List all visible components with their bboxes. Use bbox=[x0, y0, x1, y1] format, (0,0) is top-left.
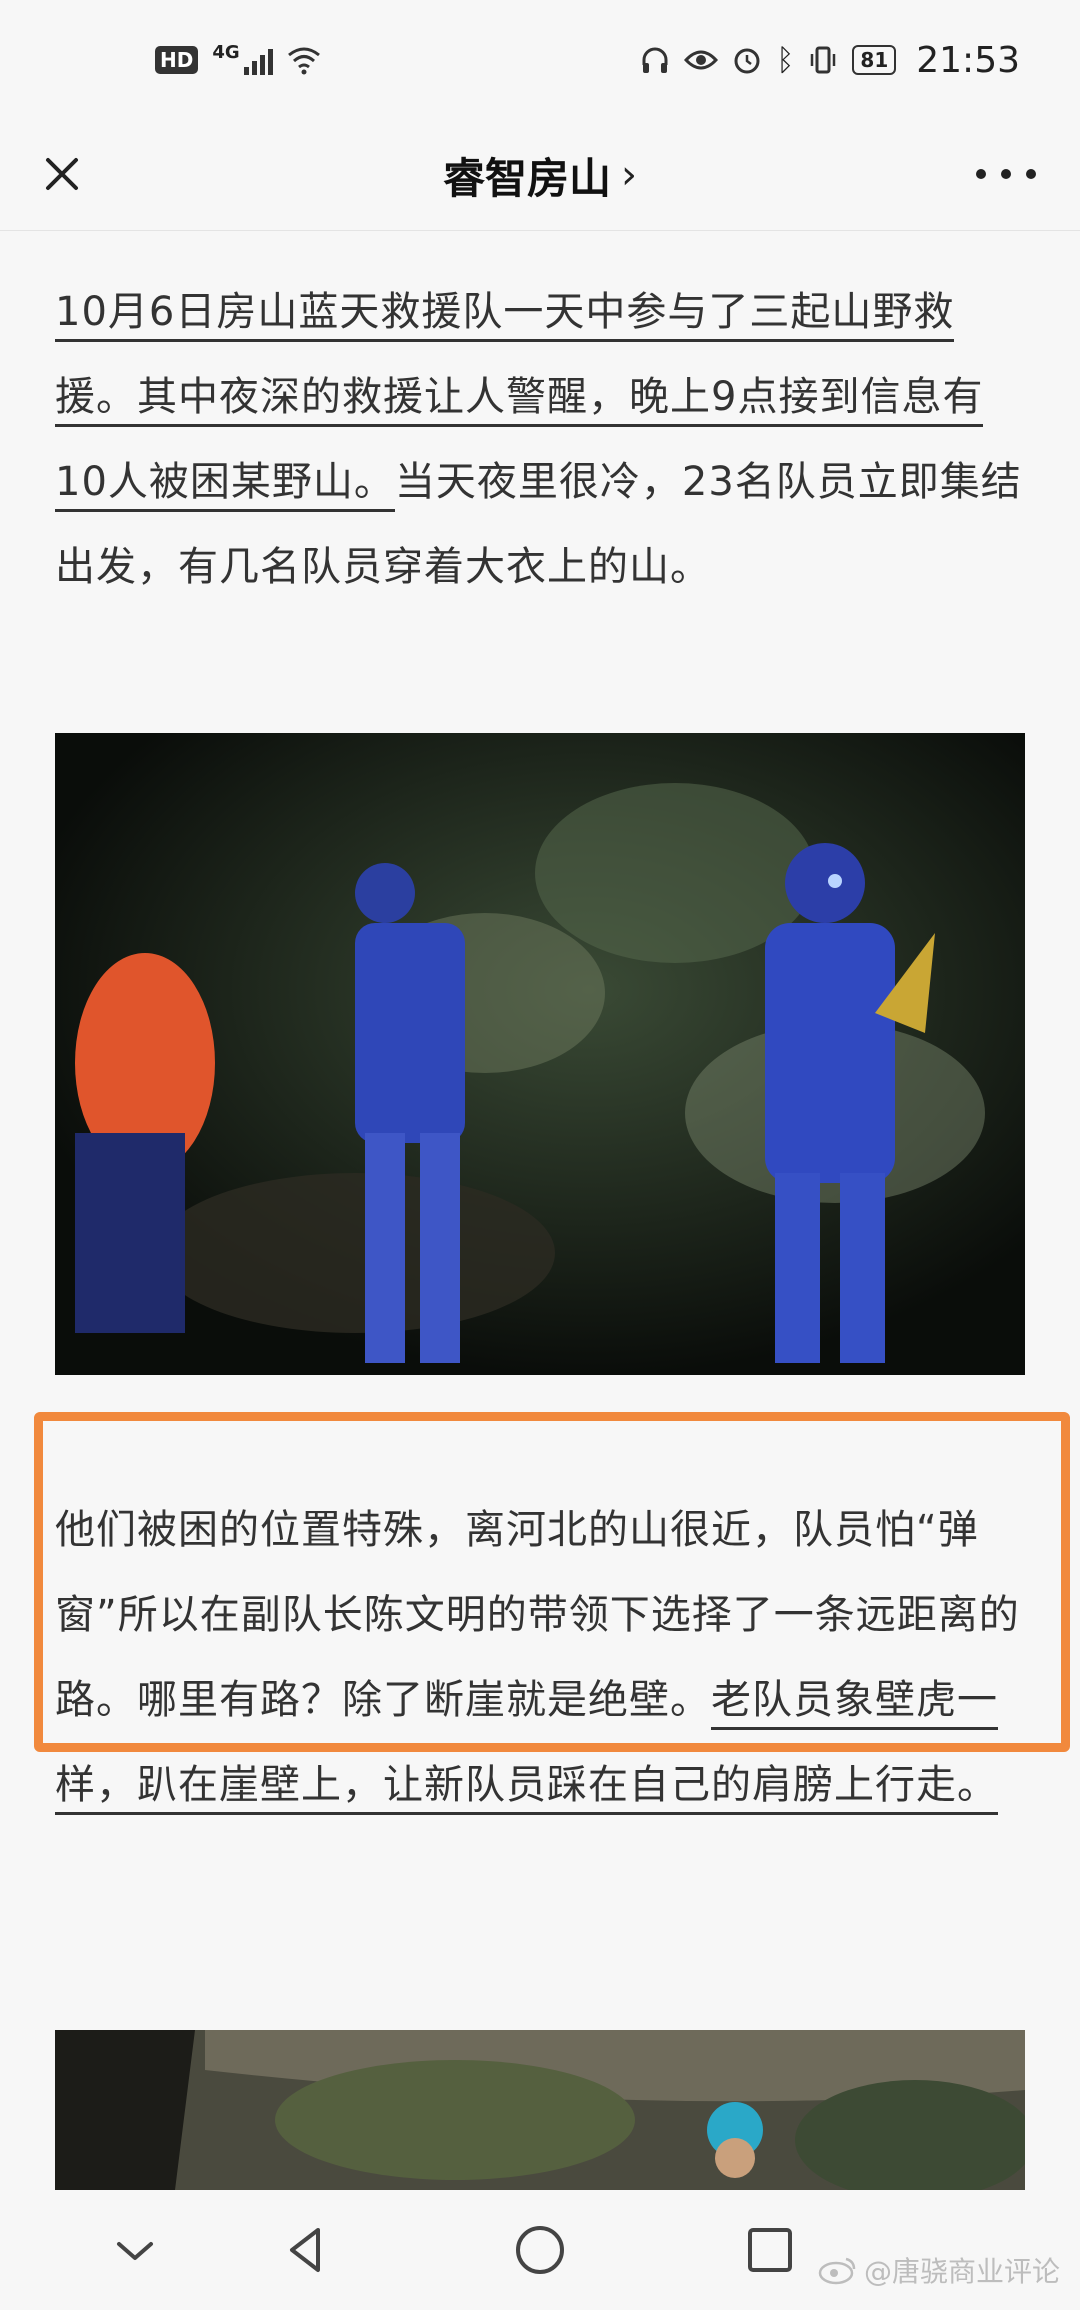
chevron-right-icon[interactable]: › bbox=[621, 152, 637, 198]
wifi-icon bbox=[287, 47, 320, 75]
rescue-photo bbox=[55, 733, 1025, 1375]
more-icon[interactable] bbox=[976, 154, 1036, 194]
article-paragraph-2: 他们被困的位置特殊，离河北的山很近，队员怕“弹窗”所以在副队长陈文明的带领下选择… bbox=[55, 1488, 1025, 1828]
title-bar: 睿智房山 › bbox=[0, 120, 1080, 231]
status-bar: HD 4G ᛒ 81 21:53 bbox=[0, 0, 1080, 120]
clock: 21:53 bbox=[916, 39, 1020, 81]
recents-square-icon[interactable] bbox=[740, 2220, 800, 2280]
close-icon[interactable] bbox=[30, 142, 94, 206]
rescue-photo-image bbox=[55, 733, 1025, 1375]
page-title[interactable]: 睿智房山 bbox=[443, 145, 611, 206]
weibo-icon bbox=[818, 2257, 856, 2285]
battery-level: 81 bbox=[852, 45, 897, 75]
headphones-icon bbox=[642, 47, 668, 73]
back-triangle-icon[interactable] bbox=[278, 2220, 338, 2280]
eye-icon bbox=[684, 50, 719, 70]
rescue-photo-2 bbox=[55, 2030, 1025, 2190]
article-paragraph-1: 10月6日房山蓝天救援队一天中参与了三起山野救援。其中夜深的救援让人警醒，晚上9… bbox=[55, 270, 1025, 610]
vibrate-icon bbox=[811, 46, 836, 74]
signal-icon bbox=[243, 45, 273, 75]
navigation-bar: @唐骁商业评论 bbox=[0, 2190, 1080, 2310]
status-right: ᛒ 81 21:53 bbox=[640, 40, 1020, 81]
status-left: HD 4G bbox=[155, 41, 321, 75]
alarm-icon bbox=[734, 48, 760, 74]
home-circle-icon[interactable] bbox=[510, 2220, 570, 2280]
chevron-down-icon[interactable] bbox=[105, 2220, 165, 2280]
rescue-photo-2-image bbox=[55, 2030, 1025, 2190]
network-type: 4G bbox=[212, 41, 240, 63]
watermark-text: @唐骁商业评论 bbox=[863, 2255, 1060, 2288]
hd-badge: HD bbox=[155, 46, 199, 74]
bluetooth-icon: ᛒ bbox=[776, 42, 795, 78]
weibo-watermark: @唐骁商业评论 bbox=[818, 2250, 1060, 2290]
